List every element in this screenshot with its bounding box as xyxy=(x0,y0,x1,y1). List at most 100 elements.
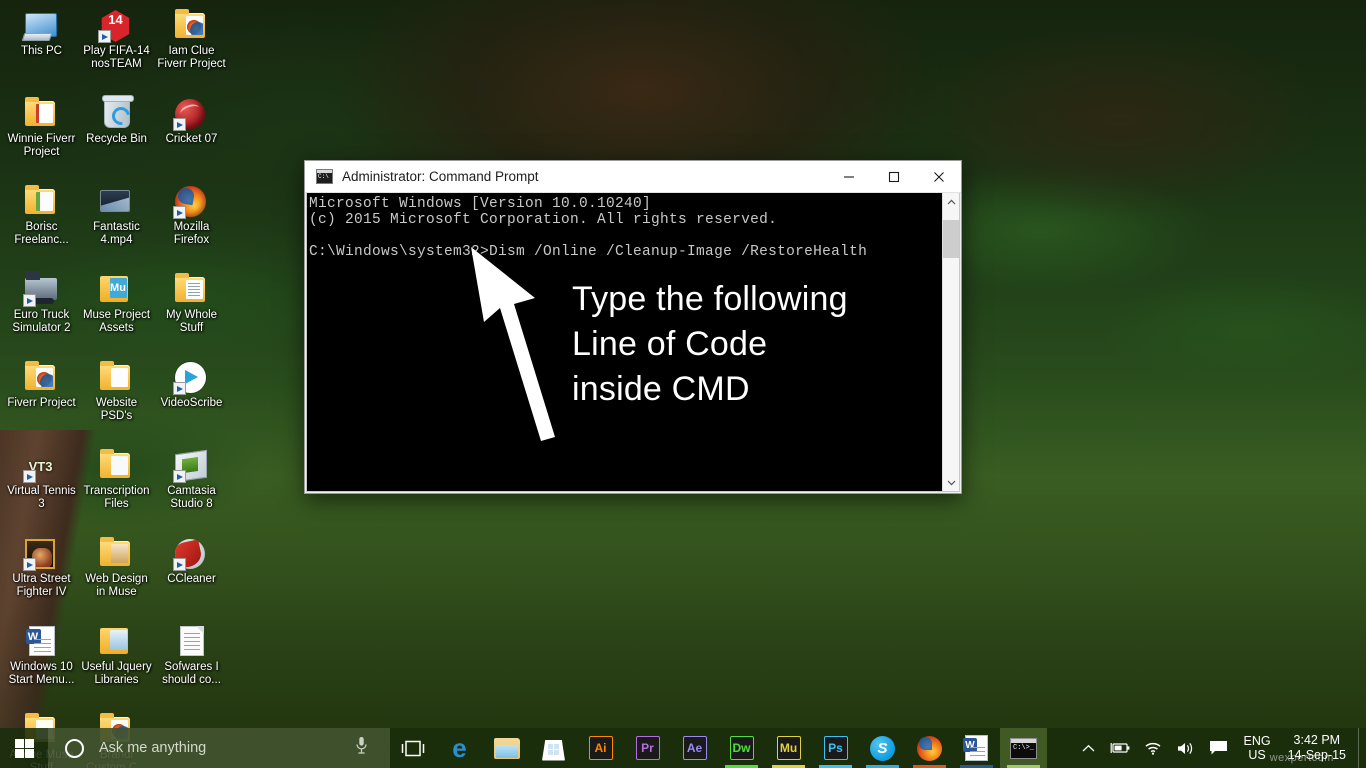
search-input[interactable]: Ask me anything xyxy=(48,728,390,768)
desktop-icon-iam-clue-fiverr-project[interactable]: Iam Clue Fiverr Project xyxy=(154,4,229,92)
show-hidden-icons-button[interactable] xyxy=(1075,728,1102,768)
action-center-button[interactable] xyxy=(1202,728,1235,768)
minimize-button[interactable] xyxy=(826,161,871,193)
fifa-14-icon: 14 xyxy=(100,8,134,42)
taskbar-app-muse[interactable]: Mu xyxy=(765,728,812,768)
premiere-icon: Pr xyxy=(636,736,660,760)
folder-icon xyxy=(100,536,134,570)
taskbar-app-after-effects[interactable]: Ae xyxy=(671,728,718,768)
up-left-arrow-annotation-icon xyxy=(457,241,707,451)
word-icon xyxy=(965,735,988,761)
folder-firefox-icon xyxy=(25,360,59,394)
dreamweaver-icon: Dw xyxy=(730,736,754,760)
desktop-icon-label: Cricket 07 xyxy=(166,133,218,146)
taskbar-app-dreamweaver[interactable]: Dw xyxy=(718,728,765,768)
folder-icon xyxy=(25,184,59,218)
speaker-icon xyxy=(1176,741,1195,756)
volume-button[interactable] xyxy=(1169,728,1202,768)
taskbar[interactable]: Ask me anything e xyxy=(0,728,1366,768)
desktop-icon-useful-jquery-libraries[interactable]: Useful Jquery Libraries xyxy=(79,620,154,708)
taskbar-app-file-explorer[interactable] xyxy=(483,728,530,768)
desktop-icon-play-fifa-14[interactable]: 14 Play FIFA-14 nosTEAM xyxy=(79,4,154,92)
desktop-icon-label: Web Design in Muse xyxy=(80,573,154,598)
taskbar-app-photoshop[interactable]: Ps xyxy=(812,728,859,768)
scroll-up-button[interactable] xyxy=(943,193,959,210)
windows-logo-icon xyxy=(15,739,34,758)
maximize-button[interactable] xyxy=(871,161,916,193)
desktop-icon-borisc-freelanc[interactable]: Borisc Freelanc... xyxy=(4,180,79,268)
action-center-icon xyxy=(1209,740,1228,756)
desktop-icon-my-whole-stuff[interactable]: My Whole Stuff xyxy=(154,268,229,356)
language-indicator[interactable]: ENG US xyxy=(1235,728,1280,768)
desktop-icon-this-pc[interactable]: This PC xyxy=(4,4,79,92)
folder-firefox-icon xyxy=(175,8,209,42)
desktop-icon-label: Useful Jquery Libraries xyxy=(80,661,154,686)
desktop-icon-label: VideoScribe xyxy=(161,397,223,410)
folder-icon xyxy=(25,96,59,130)
microphone-icon[interactable] xyxy=(355,736,368,760)
console-output[interactable]: Microsoft Windows [Version 10.0.10240] (… xyxy=(307,193,942,491)
desktop-icon-ultra-street-fighter-iv[interactable]: Ultra Street Fighter IV xyxy=(4,532,79,620)
network-button[interactable] xyxy=(1137,728,1169,768)
desktop-icon-ccleaner[interactable]: CCleaner xyxy=(154,532,229,620)
taskbar-app-command-prompt[interactable] xyxy=(1000,728,1047,768)
annotation-line-1: Type the following xyxy=(572,277,848,322)
illustrator-icon: Ai xyxy=(589,736,613,760)
console-line: Microsoft Windows [Version 10.0.10240] xyxy=(309,196,942,212)
word-document-icon xyxy=(25,624,59,658)
desktop-icon-label: Camtasia Studio 8 xyxy=(155,485,229,510)
taskbar-app-store[interactable] xyxy=(530,728,577,768)
window-titlebar[interactable]: Administrator: Command Prompt xyxy=(305,161,961,193)
taskbar-app-skype[interactable]: S xyxy=(859,728,906,768)
desktop-icon-euro-truck-simulator-2[interactable]: Euro Truck Simulator 2 xyxy=(4,268,79,356)
battery-button[interactable] xyxy=(1102,728,1137,768)
show-desktop-button[interactable] xyxy=(1358,728,1366,768)
close-button[interactable] xyxy=(916,161,961,193)
desktop-icon-label: Winnie Fiverr Project xyxy=(5,133,79,158)
desktop-icon-fiverr-project[interactable]: Fiverr Project xyxy=(4,356,79,444)
taskbar-app-illustrator[interactable]: Ai xyxy=(577,728,624,768)
wifi-icon xyxy=(1144,741,1162,755)
scrollbar-track[interactable] xyxy=(943,210,959,474)
desktop-icon-videoscribe[interactable]: VideoScribe xyxy=(154,356,229,444)
desktop-icon-label: CCleaner xyxy=(167,573,216,586)
scrollbar-thumb[interactable] xyxy=(943,220,959,258)
desktop-icon-virtual-tennis-3[interactable]: VT3 Virtual Tennis 3 xyxy=(4,444,79,532)
window-controls xyxy=(826,161,961,193)
folder-icon xyxy=(175,272,209,306)
video-file-icon xyxy=(100,184,134,218)
taskbar-app-edge[interactable]: e xyxy=(436,728,483,768)
taskbar-app-word[interactable] xyxy=(953,728,1000,768)
command-prompt-icon xyxy=(316,169,333,184)
task-view-button[interactable] xyxy=(390,728,436,768)
shortcut-arrow-icon xyxy=(173,382,186,395)
desktop-icon-website-psds[interactable]: Website PSD's xyxy=(79,356,154,444)
desktop-icon-transcription-files[interactable]: Transcription Files xyxy=(79,444,154,532)
desktop-icon-sofwares-i-should-co[interactable]: Sofwares I should co... xyxy=(154,620,229,708)
cricket-ball-icon xyxy=(175,96,209,130)
taskbar-app-premiere[interactable]: Pr xyxy=(624,728,671,768)
shortcut-arrow-icon xyxy=(173,558,186,571)
scroll-down-button[interactable] xyxy=(943,474,959,491)
desktop[interactable]: This PC 14 Play FIFA-14 nosTEAM Iam Clue… xyxy=(0,0,1366,768)
desktop-icon-mozilla-firefox[interactable]: Mozilla Firefox xyxy=(154,180,229,268)
console-body[interactable]: Microsoft Windows [Version 10.0.10240] (… xyxy=(306,193,960,492)
desktop-icon-camtasia-studio-8[interactable]: Camtasia Studio 8 xyxy=(154,444,229,532)
desktop-icon-recycle-bin[interactable]: Recycle Bin xyxy=(79,92,154,180)
console-scrollbar[interactable] xyxy=(942,193,959,491)
desktop-icon-fantastic-4-mp4[interactable]: Fantastic 4.mp4 xyxy=(79,180,154,268)
command-prompt-window[interactable]: Administrator: Command Prompt Microsoft … xyxy=(304,160,962,494)
taskbar-app-firefox[interactable] xyxy=(906,728,953,768)
desktop-icon-winnie-fiverr-project[interactable]: Winnie Fiverr Project xyxy=(4,92,79,180)
desktop-icon-muse-project-assets[interactable]: Mu Muse Project Assets xyxy=(79,268,154,356)
annotation-line-3: inside CMD xyxy=(572,367,848,412)
desktop-icon-web-design-in-muse[interactable]: Web Design in Muse xyxy=(79,532,154,620)
clock-time: 3:42 PM xyxy=(1294,733,1341,748)
clock[interactable]: 3:42 PM 14-Sep-15 wexpertcom xyxy=(1280,728,1358,768)
minimize-icon xyxy=(843,171,855,183)
desktop-icon-windows-10-start-menu[interactable]: Windows 10 Start Menu... xyxy=(4,620,79,708)
desktop-icon-label: Windows 10 Start Menu... xyxy=(5,661,79,686)
start-button[interactable] xyxy=(0,728,48,768)
desktop-icon-label: Sofwares I should co... xyxy=(155,661,229,686)
desktop-icon-cricket-07[interactable]: Cricket 07 xyxy=(154,92,229,180)
